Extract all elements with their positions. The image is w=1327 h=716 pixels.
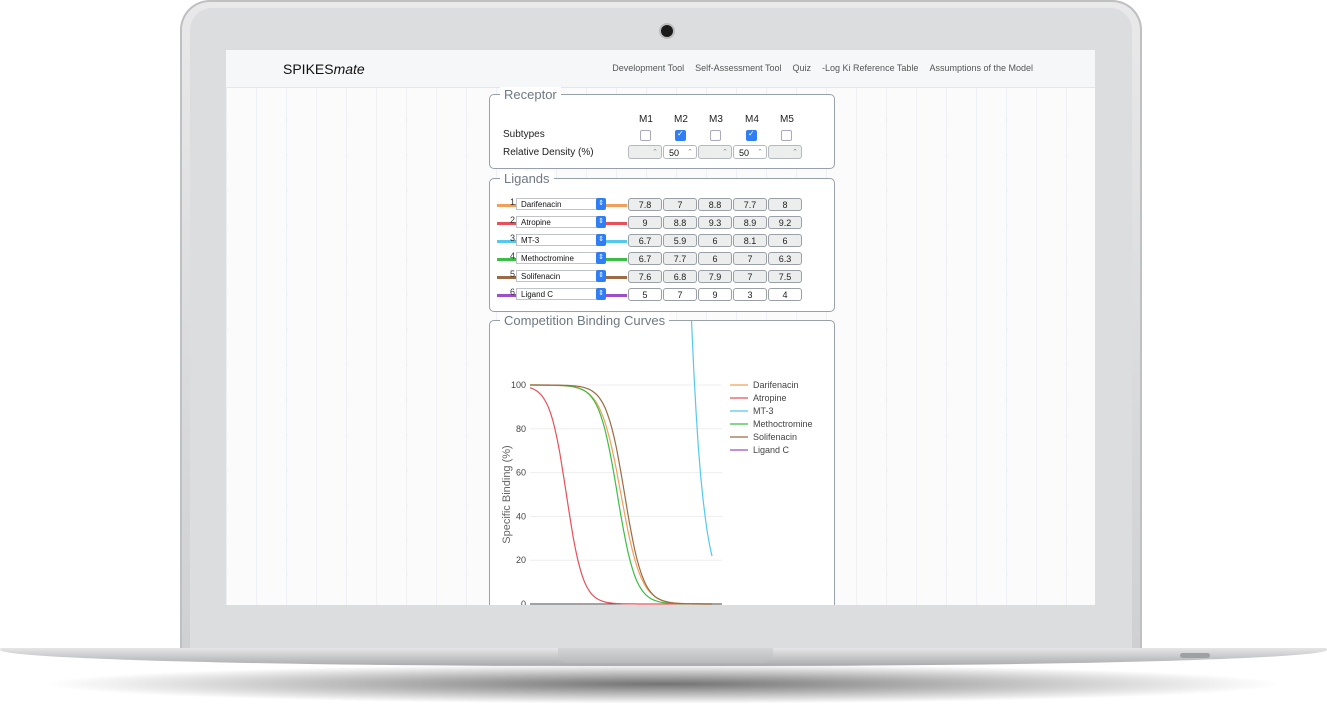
ligand-select[interactable]: Atropine (516, 216, 598, 228)
subtype-checkbox-m5[interactable] (781, 130, 792, 141)
laptop-foot (1180, 653, 1210, 658)
col-m5: M5 (780, 114, 794, 125)
ki-value-cell[interactable]: 9.2 (768, 216, 802, 229)
y-tick-label: 60 (516, 468, 526, 478)
ki-value-cell[interactable]: 7.5 (768, 270, 802, 283)
col-m2: M2 (674, 114, 688, 125)
legend-label: Methoctromine (753, 419, 813, 429)
ki-value-cell[interactable]: 7.8 (628, 198, 662, 211)
ki-value-cell[interactable]: 6.7 (628, 252, 662, 265)
ki-value-cell[interactable]: 8.1 (733, 234, 767, 247)
ki-value-cell[interactable]: 7 (733, 252, 767, 265)
ligands-panel: Ligands 1. Darifenacin ⇕ 7.8 7 8.8 7.7 8 2. Atrop… (489, 171, 835, 312)
ligand-row: 1. Darifenacin ⇕ 7.8 7 8.8 7.7 8 (497, 197, 827, 212)
receptor-panel: Receptor M1 M2 M3 M4 M5 Subtypes Relativ… (489, 87, 835, 169)
select-chevron-icon[interactable]: ⇕ (596, 270, 606, 282)
ligand-select[interactable]: Ligand C (516, 288, 598, 300)
ki-value-cell[interactable]: 9.3 (698, 216, 732, 229)
nav-ki-reference[interactable]: -Log Ki Reference Table (822, 63, 918, 73)
ki-value-cell[interactable]: 3 (733, 288, 767, 301)
density-input-m2[interactable]: 50 (663, 145, 697, 160)
density-input-m4[interactable]: 50 (733, 145, 767, 160)
ki-value-cell[interactable]: 6.3 (768, 252, 802, 265)
legend-label: Darifenacin (753, 380, 799, 390)
camera-icon (661, 25, 673, 37)
ligand-select[interactable]: Solifenacin (516, 270, 598, 282)
nav-self-assessment[interactable]: Self-Assessment Tool (695, 63, 781, 73)
ki-value-cell[interactable]: 7 (663, 288, 697, 301)
y-tick-label: 80 (516, 424, 526, 434)
select-chevron-icon[interactable]: ⇕ (596, 252, 606, 264)
ki-value-cell[interactable]: 8.8 (663, 216, 697, 229)
y-tick-label: 100 (511, 380, 526, 390)
laptop-shadow (40, 664, 1287, 704)
binding-chart: 100 80 60 40 20 0 Specific Binding (%) Darifena… (501, 321, 813, 605)
nav-development-tool[interactable]: Development Tool (612, 63, 684, 73)
y-axis-label: Specific Binding (%) (501, 445, 513, 543)
legend-label: Atropine (753, 393, 787, 403)
nav-quiz[interactable]: Quiz (793, 63, 812, 73)
ligand-row: 2. Atropine ⇕ 9 8.8 9.3 8.9 9.2 (497, 215, 827, 230)
density-input-m1[interactable] (628, 145, 662, 160)
ligand-row: 5. Solifenacin ⇕ 7.6 6.8 7.9 7 7.5 (497, 269, 827, 284)
navbar: SPIKESmate Development Tool Self-Assessm… (226, 50, 1095, 88)
select-chevron-icon[interactable]: ⇕ (596, 216, 606, 228)
density-input-m3[interactable] (698, 145, 732, 160)
ligand-select[interactable]: Darifenacin (516, 198, 598, 210)
y-tick-label: 0 (521, 599, 526, 605)
ligand-row: 3. MT-3 ⇕ 6.7 5.9 6 8.1 6 (497, 233, 827, 248)
ki-value-cell[interactable]: 7.9 (698, 270, 732, 283)
y-tick-label: 20 (516, 555, 526, 565)
ligand-row: 4. Methoctromine ⇕ 6.7 7.7 6 7 6.3 (497, 251, 827, 266)
ligand-select[interactable]: Methoctromine (516, 252, 598, 264)
ligand-row: 6. Ligand C ⇕ 5 7 9 3 4 (497, 287, 827, 302)
ki-value-cell[interactable]: 6 (698, 252, 732, 265)
ki-value-cell[interactable]: 8 (768, 198, 802, 211)
subtype-checkbox-m2[interactable] (675, 129, 686, 141)
select-chevron-icon[interactable]: ⇕ (596, 234, 606, 246)
ki-value-cell[interactable]: 6.8 (663, 270, 697, 283)
density-input-m5[interactable] (768, 145, 802, 160)
series-line (530, 384, 712, 605)
col-m4: M4 (745, 114, 759, 125)
ki-value-cell[interactable]: 6 (698, 234, 732, 247)
app-screen: SPIKESmate Development Tool Self-Assessm… (226, 50, 1095, 605)
ki-value-cell[interactable]: 8.8 (698, 198, 732, 211)
ki-value-cell[interactable]: 5.9 (663, 234, 697, 247)
subtype-checkbox-m4[interactable] (746, 129, 757, 141)
ki-value-cell[interactable]: 5 (628, 288, 662, 301)
ki-value-cell[interactable]: 7 (733, 270, 767, 283)
col-m1: M1 (639, 114, 653, 125)
ki-value-cell[interactable]: 7.7 (663, 252, 697, 265)
ki-value-cell[interactable]: 6 (768, 234, 802, 247)
ligands-title: Ligands (500, 171, 554, 186)
legend-label: Ligand C (753, 445, 790, 455)
legend-label: Solifenacin (753, 432, 797, 442)
nav-links: Development Tool Self-Assessment Tool Qu… (612, 63, 1033, 73)
select-chevron-icon[interactable]: ⇕ (596, 198, 606, 210)
receptor-title: Receptor (500, 87, 561, 102)
ki-value-cell[interactable]: 9 (628, 216, 662, 229)
ki-value-cell[interactable]: 9 (698, 288, 732, 301)
density-label: Relative Density (%) (503, 147, 594, 158)
ki-value-cell[interactable]: 4 (768, 288, 802, 301)
nav-assumptions[interactable]: Assumptions of the Model (929, 63, 1033, 73)
subtypes-label: Subtypes (503, 129, 545, 140)
brand-logo[interactable]: SPIKESmate (283, 61, 365, 77)
ki-value-cell[interactable]: 7.6 (628, 270, 662, 283)
y-tick-label: 40 (516, 511, 526, 521)
select-chevron-icon[interactable]: ⇕ (596, 288, 606, 300)
col-m3: M3 (709, 114, 723, 125)
subtype-checkbox-m3[interactable] (710, 130, 721, 141)
laptop-notch (558, 648, 773, 663)
subtype-checkbox-m1[interactable] (640, 130, 651, 141)
legend-label: MT-3 (753, 406, 774, 416)
ki-value-cell[interactable]: 7.7 (733, 198, 767, 211)
ki-value-cell[interactable]: 6.7 (628, 234, 662, 247)
ligand-select[interactable]: MT-3 (516, 234, 598, 246)
ki-value-cell[interactable]: 7 (663, 198, 697, 211)
curves-panel: Competition Binding Curves 100 80 60 40 20 0 S… (489, 313, 835, 605)
ki-value-cell[interactable]: 8.9 (733, 216, 767, 229)
